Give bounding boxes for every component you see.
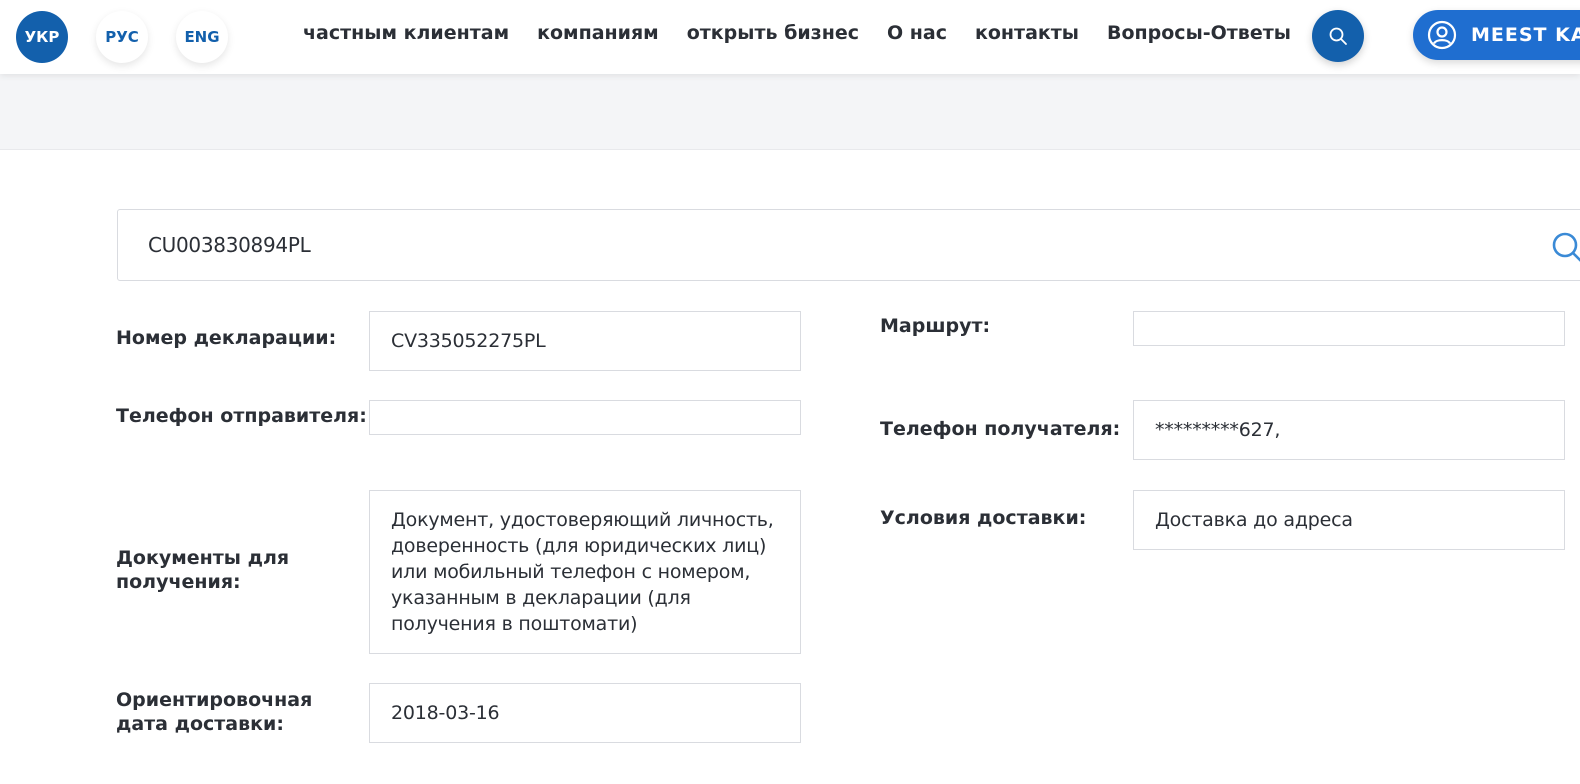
tracking-search-box xyxy=(117,209,1580,281)
nav-contacts[interactable]: контакты xyxy=(975,22,1079,44)
tracking-number-input[interactable] xyxy=(146,210,1446,280)
search-icon xyxy=(1329,27,1347,45)
route-label: Маршрут: xyxy=(880,315,991,337)
nav-about[interactable]: О нас xyxy=(887,22,947,44)
header-search-button[interactable] xyxy=(1312,10,1364,62)
lang-rus-button[interactable]: РУС xyxy=(96,11,148,63)
page-banner xyxy=(0,74,1580,150)
eta-field: 2018-03-16 xyxy=(369,683,801,743)
sender-phone-field xyxy=(369,400,801,435)
declaration-number-label: Номер декларации: xyxy=(116,327,337,349)
nav-faq[interactable]: Вопросы-Ответы xyxy=(1107,22,1291,44)
nav-open-business[interactable]: открыть бизнес xyxy=(687,22,859,44)
lang-eng-button[interactable]: ENG xyxy=(176,11,228,63)
user-circle-icon xyxy=(1427,20,1457,50)
cabinet-button[interactable]: MEEST KA xyxy=(1413,10,1580,60)
documents-field: Документ, удостоверяющий личность, довер… xyxy=(369,490,801,654)
recipient-phone-field: *********627, xyxy=(1133,400,1565,460)
cabinet-label: MEEST KA xyxy=(1471,24,1580,46)
eta-label: Ориентировочная дата доставки: xyxy=(116,689,313,735)
lang-ukr-button[interactable]: УКР xyxy=(16,11,68,63)
nav-companies[interactable]: компаниям xyxy=(537,22,659,44)
delivery-terms-field: Доставка до адреса xyxy=(1133,490,1565,550)
route-field xyxy=(1133,311,1565,346)
delivery-terms-label: Условия доставки: xyxy=(880,507,1087,529)
sender-phone-label: Телефон отправителя: xyxy=(116,405,367,427)
search-icon[interactable] xyxy=(1550,230,1580,266)
declaration-number-field: CV335052275PL xyxy=(369,311,801,371)
recipient-phone-label: Телефон получателя: xyxy=(880,418,1121,440)
nav-private-clients[interactable]: частным клиентам xyxy=(303,22,509,44)
main-nav: частным клиентам компаниям открыть бизне… xyxy=(303,22,1319,44)
site-header: УКР РУС ENG частным клиентам компаниям о… xyxy=(0,0,1580,74)
documents-label: Документы для получения: xyxy=(116,547,290,593)
